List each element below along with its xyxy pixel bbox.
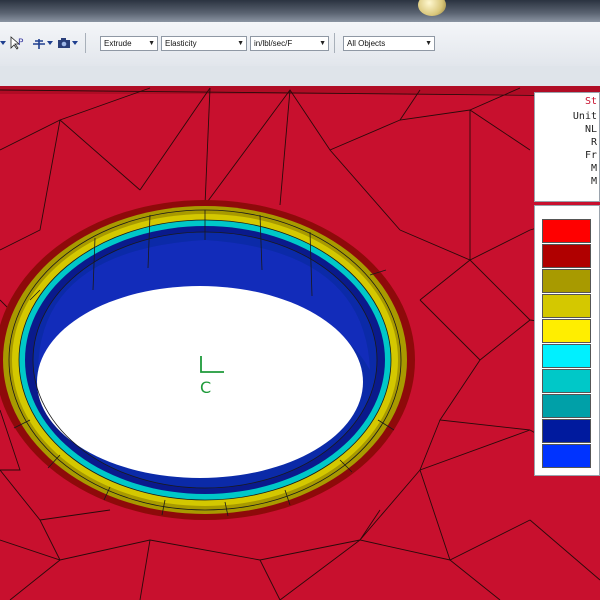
pointer-p-icon[interactable]: P xyxy=(10,35,23,51)
color-scale-swatch xyxy=(542,244,591,268)
info-line: M xyxy=(590,163,597,174)
info-line: NL xyxy=(584,124,597,135)
chevron-down-icon: ▼ xyxy=(237,40,244,47)
info-line: St xyxy=(584,96,597,107)
units-dropdown[interactable]: in/lbl/sec/F ▼ xyxy=(250,36,329,51)
feature-dropdown[interactable]: Extrude ▼ xyxy=(100,36,158,51)
color-scale-swatch xyxy=(542,419,591,443)
chevron-down-icon: ▼ xyxy=(148,40,155,47)
toolbar-separator xyxy=(334,33,335,53)
info-line: R xyxy=(590,137,597,148)
pan-tool-icon[interactable] xyxy=(32,35,46,51)
dropdown-arrow-icon[interactable] xyxy=(0,35,6,51)
property-dropdown[interactable]: Elasticity ▼ xyxy=(161,36,247,51)
info-line: Unit xyxy=(572,111,597,122)
toolbar-separator xyxy=(85,33,86,53)
color-scale-swatch xyxy=(542,394,591,418)
camera-icon[interactable] xyxy=(57,35,71,51)
filter-dropdown-value: All Objects xyxy=(347,39,386,48)
chevron-down-icon: ▼ xyxy=(319,40,326,47)
color-scale-swatch xyxy=(542,219,591,243)
axis-label: C xyxy=(200,378,211,397)
chevron-down-icon: ▼ xyxy=(425,40,432,47)
color-scale-swatch xyxy=(542,294,591,318)
p-tool-label: P xyxy=(18,38,24,48)
units-dropdown-value: in/lbl/sec/F xyxy=(254,39,293,48)
fea-viewport[interactable]: C xyxy=(0,86,600,600)
feature-dropdown-value: Extrude xyxy=(104,39,132,48)
color-scale-swatch xyxy=(542,319,591,343)
window-titlebar xyxy=(0,0,600,22)
color-scale-legend xyxy=(534,205,600,476)
filter-dropdown[interactable]: All Objects ▼ xyxy=(343,36,435,51)
info-line: Fr xyxy=(584,150,597,161)
color-scale-swatch xyxy=(542,269,591,293)
dropdown-arrow-icon[interactable] xyxy=(47,35,53,51)
property-dropdown-value: Elasticity xyxy=(165,39,197,48)
info-line: M xyxy=(590,176,597,187)
color-scale-swatch xyxy=(542,369,591,393)
color-scale-swatch xyxy=(542,344,591,368)
color-scale-swatch xyxy=(542,444,591,468)
dropdown-arrow-icon[interactable] xyxy=(72,35,78,51)
stress-plot: C xyxy=(0,86,600,600)
toolbar-secondary xyxy=(0,66,600,87)
result-info-box: St Unit NL R Fr M M xyxy=(534,92,600,202)
